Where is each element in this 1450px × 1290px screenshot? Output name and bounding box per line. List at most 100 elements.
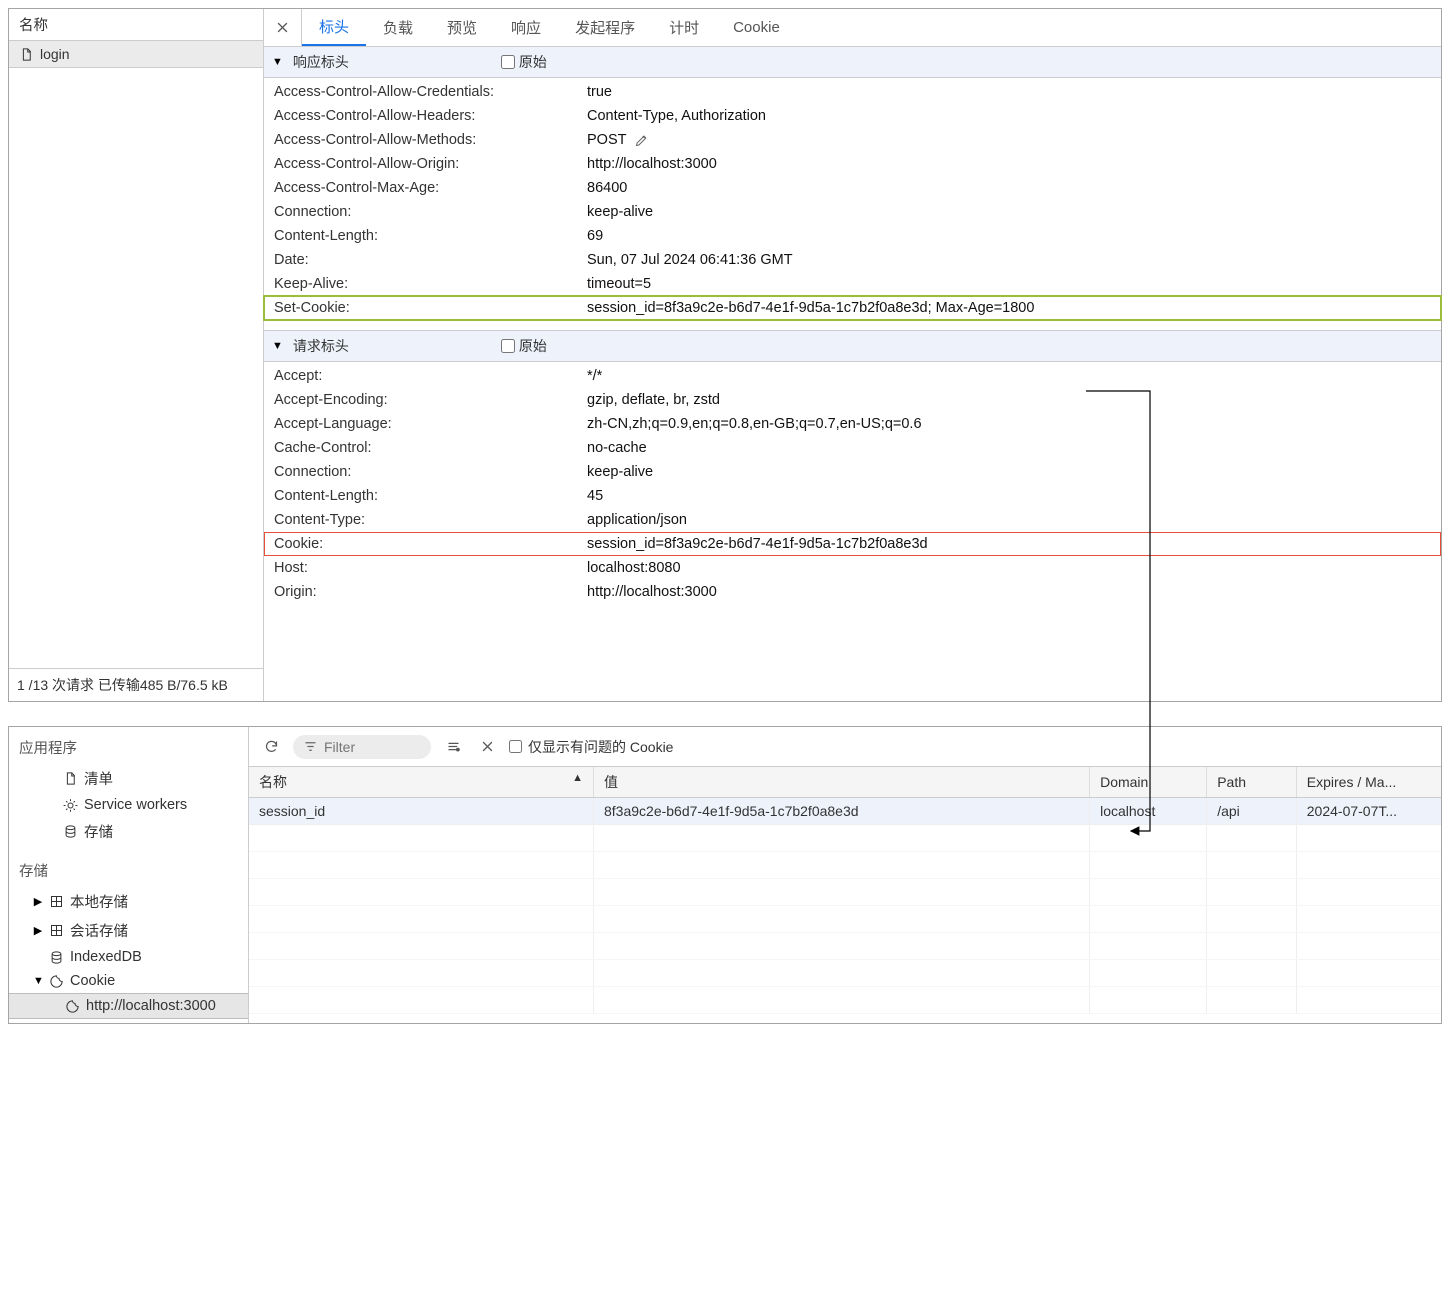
- tab-timing[interactable]: 计时: [652, 9, 716, 46]
- tab-payload[interactable]: 负载: [366, 9, 430, 46]
- request-header-row[interactable]: Accept:*/*: [264, 364, 1441, 388]
- disclosure-triangle-icon: ▼: [272, 340, 283, 352]
- header-value: keep-alive: [587, 464, 1441, 480]
- response-headers-section[interactable]: ▼ 响应标头 原始: [264, 47, 1441, 78]
- disclosure-triangle-icon: ▼: [33, 975, 43, 987]
- header-value: Sun, 07 Jul 2024 06:41:36 GMT: [587, 252, 1441, 268]
- header-value: gzip, deflate, br, zstd: [587, 392, 1441, 408]
- sidebar-item-会话存储[interactable]: ▶会话存储: [9, 916, 248, 945]
- header-value: 86400: [587, 180, 1441, 196]
- request-header-row[interactable]: Content-Type:application/json: [264, 508, 1441, 532]
- sidebar-item-cookie-origin[interactable]: http://localhost:3000: [9, 993, 248, 1019]
- tab-response[interactable]: 响应: [494, 9, 558, 46]
- network-request-list: login: [9, 41, 263, 668]
- network-tabs: 标头负载预览响应发起程序计时Cookie: [264, 9, 1441, 47]
- response-header-row[interactable]: Keep-Alive:timeout=5: [264, 272, 1441, 296]
- sidebar-group-application: 应用程序: [9, 731, 248, 764]
- cookie-row[interactable]: session_id8f3a9c2e-b6d7-4e1f-9d5a-1c7b2f…: [249, 798, 1441, 825]
- response-header-row[interactable]: Connection:keep-alive: [264, 200, 1441, 224]
- cookie-column-header[interactable]: 值: [594, 767, 1090, 798]
- sidebar-item-存储[interactable]: 存储: [9, 817, 248, 846]
- cookie-row-empty: [249, 933, 1441, 960]
- sidebar-item-IndexedDB[interactable]: IndexedDB: [9, 945, 248, 969]
- clear-all-icon: [446, 739, 461, 754]
- tab-preview[interactable]: 预览: [430, 9, 494, 46]
- request-header-row[interactable]: Connection:keep-alive: [264, 460, 1441, 484]
- section-title: 响应标头: [293, 52, 493, 72]
- header-name: Accept:: [274, 368, 587, 384]
- delete-icon: [480, 739, 495, 754]
- clear-all-button[interactable]: [441, 735, 465, 759]
- problem-cookies-checkbox[interactable]: 仅显示有问题的 Cookie: [509, 737, 673, 757]
- request-header-row[interactable]: Host:localhost:8080: [264, 556, 1441, 580]
- request-name: login: [40, 46, 70, 62]
- response-header-row[interactable]: Access-Control-Allow-Credentials:true: [264, 80, 1441, 104]
- grid-icon: [49, 894, 64, 909]
- response-header-row[interactable]: Access-Control-Allow-Methods:POST: [264, 128, 1441, 152]
- header-name: Connection:: [274, 204, 587, 220]
- network-status-bar: 1 /13 次请求 已传输485 B/76.5 kB: [9, 668, 263, 701]
- cookie-column-header[interactable]: Path: [1207, 767, 1297, 798]
- cookies-view: 仅显示有问题的 Cookie 名称▲值DomainPathExpires / M…: [249, 727, 1441, 1023]
- response-header-row[interactable]: Content-Length:69: [264, 224, 1441, 248]
- sidebar-item-清单[interactable]: 清单: [9, 764, 248, 793]
- cookie-row-empty: [249, 960, 1441, 987]
- filter-input-wrapper[interactable]: [293, 735, 431, 759]
- refresh-button[interactable]: [259, 735, 283, 759]
- header-value: 69: [587, 228, 1441, 244]
- network-request-item[interactable]: login: [9, 41, 263, 68]
- request-header-row[interactable]: Content-Length:45: [264, 484, 1441, 508]
- cookie-table[interactable]: 名称▲值DomainPathExpires / Ma... session_id…: [249, 767, 1441, 1014]
- close-icon: [275, 20, 290, 35]
- filter-input[interactable]: [324, 739, 404, 755]
- request-headers-section[interactable]: ▼ 请求标头 原始: [264, 330, 1441, 362]
- sidebar-item-Service workers[interactable]: Service workers: [9, 793, 248, 817]
- sidebar-item-本地存储[interactable]: ▶本地存储: [9, 887, 248, 916]
- raw-checkbox-input[interactable]: [501, 339, 515, 353]
- tab-headers[interactable]: 标头: [302, 9, 366, 46]
- response-header-row[interactable]: Set-Cookie:session_id=8f3a9c2e-b6d7-4e1f…: [264, 296, 1441, 320]
- disclosure-triangle-icon: ▼: [272, 56, 283, 68]
- response-header-row[interactable]: Access-Control-Max-Age:86400: [264, 176, 1441, 200]
- header-value: http://localhost:3000: [587, 584, 1441, 600]
- tab-initiator[interactable]: 发起程序: [558, 9, 652, 46]
- cookie-cell: 8f3a9c2e-b6d7-4e1f-9d5a-1c7b2f0a8e3d: [594, 798, 1090, 825]
- header-name: Accept-Language:: [274, 416, 587, 432]
- header-name: Content-Type:: [274, 512, 587, 528]
- header-name: Keep-Alive:: [274, 276, 587, 292]
- sidebar-item-label: Service workers: [84, 797, 187, 813]
- cookie-cell: localhost: [1090, 798, 1207, 825]
- response-header-row[interactable]: Access-Control-Allow-Headers:Content-Typ…: [264, 104, 1441, 128]
- raw-checkbox[interactable]: 原始: [501, 52, 547, 72]
- sidebar-item-Cookie[interactable]: ▼Cookie: [9, 969, 248, 993]
- section-title: 请求标头: [293, 336, 493, 356]
- cookie-column-header[interactable]: Domain: [1090, 767, 1207, 798]
- tab-cookies[interactable]: Cookie: [716, 9, 797, 46]
- request-header-row[interactable]: Cache-Control:no-cache: [264, 436, 1441, 460]
- request-header-row[interactable]: Accept-Language:zh-CN,zh;q=0.9,en;q=0.8,…: [264, 412, 1441, 436]
- sidebar-item-label: 清单: [84, 768, 113, 789]
- delete-button[interactable]: [475, 735, 499, 759]
- filter-icon: [303, 739, 318, 754]
- close-button[interactable]: [264, 9, 302, 46]
- request-header-row[interactable]: Accept-Encoding:gzip, deflate, br, zstd: [264, 388, 1441, 412]
- header-name: Cache-Control:: [274, 440, 587, 456]
- cookie-column-header[interactable]: Expires / Ma...: [1296, 767, 1441, 798]
- response-headers-list: Access-Control-Allow-Credentials:trueAcc…: [264, 78, 1441, 330]
- header-name: Connection:: [274, 464, 587, 480]
- header-value: timeout=5: [587, 276, 1441, 292]
- raw-checkbox[interactable]: 原始: [501, 336, 547, 356]
- cookie-cell: session_id: [249, 798, 594, 825]
- raw-checkbox-input[interactable]: [501, 55, 515, 69]
- edit-icon[interactable]: [634, 133, 649, 148]
- request-header-row[interactable]: Origin:http://localhost:3000: [264, 580, 1441, 604]
- cookie-row-empty: [249, 987, 1441, 1014]
- response-header-row[interactable]: Access-Control-Allow-Origin:http://local…: [264, 152, 1441, 176]
- file-icon: [63, 771, 78, 786]
- response-header-row[interactable]: Date:Sun, 07 Jul 2024 06:41:36 GMT: [264, 248, 1441, 272]
- gear-icon: [63, 798, 78, 813]
- request-header-row[interactable]: Cookie:session_id=8f3a9c2e-b6d7-4e1f-9d5…: [264, 532, 1441, 556]
- header-name: Access-Control-Allow-Credentials:: [274, 84, 587, 100]
- db-icon: [63, 824, 78, 839]
- cookie-column-header[interactable]: 名称▲: [249, 767, 594, 798]
